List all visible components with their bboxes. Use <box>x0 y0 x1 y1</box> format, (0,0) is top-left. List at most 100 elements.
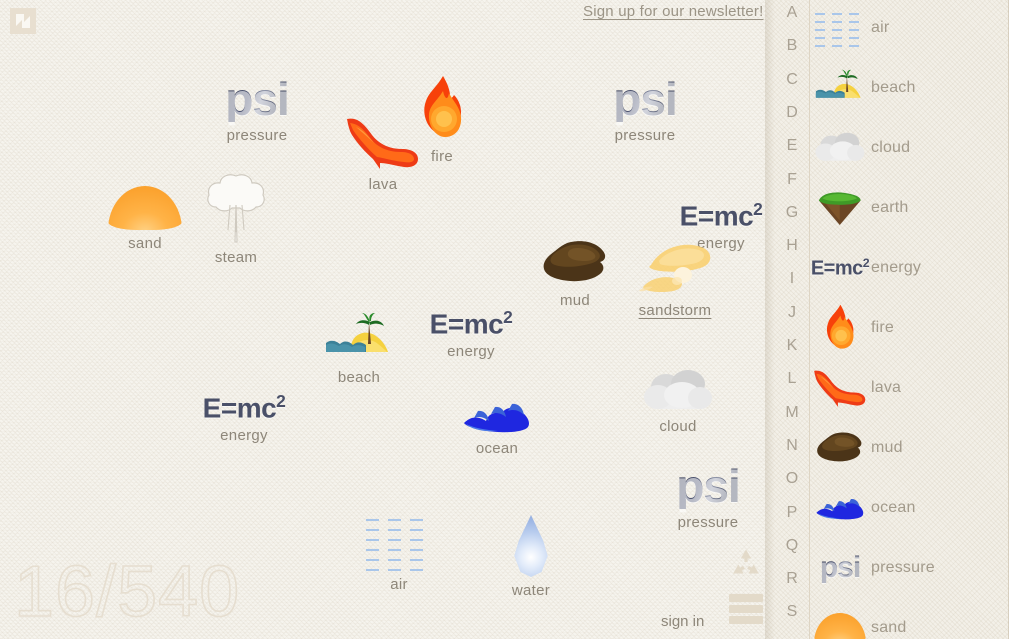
board-element-ocean[interactable]: ocean <box>437 363 557 457</box>
board-element-art: psi <box>648 437 768 509</box>
board-element-label: sandstorm <box>638 302 712 319</box>
board-element-art: psi <box>585 50 705 122</box>
board-element-label: fire <box>430 148 454 165</box>
sidebar-item-label: air <box>871 19 890 36</box>
sidebar-item-air[interactable]: air <box>809 0 1009 56</box>
alphabet-letter-l[interactable]: L <box>775 370 809 388</box>
alphabet-letter-o[interactable]: O <box>775 470 809 488</box>
board-element-energy[interactable]: E=mc2 energy <box>411 266 531 360</box>
alphabet-index[interactable]: ABCDEFGHIJKLMNOPQRS <box>775 0 809 639</box>
cloud-icon <box>815 132 865 161</box>
board-element-art <box>437 363 557 435</box>
sidebar-item-cloud[interactable]: cloud <box>809 120 1009 176</box>
board-element-cloud[interactable]: cloud <box>618 341 738 435</box>
sidebar-item-label: fire <box>871 319 895 336</box>
alphabet-letter-j[interactable]: J <box>775 304 809 322</box>
alphabet-letter-g[interactable]: G <box>775 204 809 222</box>
lava-icon <box>814 370 866 407</box>
sidebar-item-pressure[interactable]: psi pressure <box>809 540 1009 596</box>
element-list[interactable]: air beach cloud earth E=mc2 energy fire lava mud… <box>809 0 1009 639</box>
sidebar-item-energy[interactable]: E=mc2 energy <box>809 240 1009 296</box>
alphabet-letter-a[interactable]: A <box>775 4 809 22</box>
alphabet-letter-b[interactable]: B <box>775 37 809 55</box>
alphabet-letter-i[interactable]: I <box>775 270 809 288</box>
board-element-art <box>176 172 296 244</box>
sidebar-item-mud[interactable]: mud <box>809 420 1009 476</box>
board-element-label: energy <box>447 343 495 360</box>
board-element-label: pressure <box>226 127 288 144</box>
fire-icon <box>424 76 462 137</box>
board-element-steam[interactable]: steam <box>176 172 296 266</box>
sidebar-item-art <box>809 423 871 473</box>
sidebar-item-label: earth <box>871 199 909 216</box>
hamburger-menu-icon[interactable] <box>729 594 763 624</box>
board-element-pressure[interactable]: psi pressure <box>197 50 317 144</box>
air-icon <box>815 9 865 47</box>
sidebar-item-earth[interactable]: earth <box>809 180 1009 236</box>
menu-bar <box>729 594 763 602</box>
alchemy-board[interactable]: psi pressure sand steam lava fire psi pressure E… <box>0 0 766 639</box>
sidebar-item-label: mud <box>871 439 903 456</box>
alphabet-letter-h[interactable]: H <box>775 237 809 255</box>
board-element-sandstorm[interactable]: sandstorm <box>615 225 735 319</box>
board-element-label: beach <box>337 369 381 386</box>
fire-icon <box>827 304 854 349</box>
board-element-energy[interactable]: E=mc2 energy <box>184 350 304 444</box>
newsletter-signup-link[interactable]: Sign up for our newsletter! <box>583 3 764 20</box>
board-element-label: steam <box>214 249 258 266</box>
board-element-label: pressure <box>614 127 676 144</box>
sidebar-item-fire[interactable]: fire <box>809 300 1009 356</box>
sidebar-item-ocean[interactable]: ocean <box>809 480 1009 536</box>
sidebar-edge-shadow <box>765 0 775 639</box>
progress-counter: 16/540 <box>13 551 241 633</box>
alphabet-letter-m[interactable]: M <box>775 404 809 422</box>
psi-glyph: psi <box>613 73 677 125</box>
alchemy-logo-icon[interactable] <box>8 6 38 36</box>
earth-icon <box>819 191 861 225</box>
sidebar-item-art <box>809 363 871 413</box>
sidebar-item-art <box>809 63 871 113</box>
board-element-label: lava <box>368 176 398 193</box>
sidebar-item-lava[interactable]: lava <box>809 360 1009 416</box>
alphabet-letter-d[interactable]: D <box>775 104 809 122</box>
alphabet-letter-f[interactable]: F <box>775 171 809 189</box>
alphabet-letter-r[interactable]: R <box>775 570 809 588</box>
alphabet-letter-n[interactable]: N <box>775 437 809 455</box>
board-element-art <box>339 499 459 571</box>
board-element-air[interactable]: air <box>339 499 459 593</box>
beach-icon <box>816 70 861 99</box>
board-element-fire[interactable]: fire <box>382 71 502 165</box>
sidebar-item-art: E=mc2 <box>809 243 871 293</box>
steam-icon <box>207 174 265 243</box>
board-element-label: water <box>511 582 551 599</box>
board-element-art: psi <box>197 50 317 122</box>
board-element-beach[interactable]: beach <box>299 292 419 386</box>
sidebar-item-label: ocean <box>871 499 916 516</box>
sidebar-item-sand[interactable]: sand <box>809 600 1009 639</box>
board-element-pressure[interactable]: psi pressure <box>585 50 705 144</box>
board-element-art <box>299 292 419 364</box>
water-icon <box>514 515 548 577</box>
board-element-water[interactable]: water <box>471 505 591 599</box>
menu-bar <box>729 616 763 624</box>
alphabet-letter-p[interactable]: P <box>775 504 809 522</box>
sidebar-item-label: sand <box>871 619 907 636</box>
recycle-icon[interactable] <box>729 548 763 580</box>
menu-bar <box>729 605 763 613</box>
sign-in-link[interactable]: sign in <box>661 613 704 630</box>
sidebar-item-label: lava <box>871 379 902 396</box>
alphabet-letter-c[interactable]: C <box>775 71 809 89</box>
sidebar-item-beach[interactable]: beach <box>809 60 1009 116</box>
sandstorm-icon <box>639 244 711 293</box>
board-element-pressure[interactable]: psi pressure <box>648 437 768 531</box>
sidebar-item-art <box>809 123 871 173</box>
alphabet-letter-e[interactable]: E <box>775 137 809 155</box>
alphabet-letter-s[interactable]: S <box>775 603 809 621</box>
sidebar-item-art <box>809 183 871 233</box>
element-library-sidebar[interactable]: ABCDEFGHIJKLMNOPQRS air beach cloud earth E=… <box>765 0 1009 639</box>
board-element-label: energy <box>220 427 268 444</box>
mud-icon <box>543 241 606 282</box>
alphabet-letter-q[interactable]: Q <box>775 537 809 555</box>
board-element-art <box>382 71 502 143</box>
alphabet-letter-k[interactable]: K <box>775 337 809 355</box>
